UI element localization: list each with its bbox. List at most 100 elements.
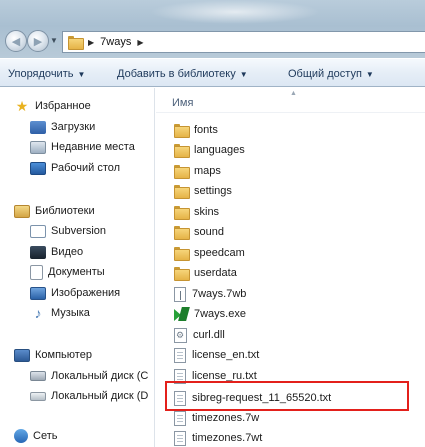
list-item[interactable]: 7ways.exe	[174, 306, 246, 322]
list-item[interactable]: timezones.7wt	[174, 430, 262, 446]
nav-downloads[interactable]: Загрузки	[30, 119, 95, 135]
breadcrumb-separator-icon[interactable]: ▶	[137, 38, 143, 47]
nav-disk-c[interactable]: Локальный диск (C	[30, 368, 148, 384]
command-bar: Упорядочить ▼ Добавить в библиотеку ▼ Общи…	[0, 58, 425, 87]
file-icon	[174, 410, 186, 426]
breadcrumb-separator-icon[interactable]: ▶	[88, 38, 94, 47]
column-header-name[interactable]: Имя	[172, 97, 193, 109]
dll-icon	[174, 327, 187, 343]
nav-label: Локальный диск (C	[51, 370, 149, 382]
nav-video[interactable]: Видео	[30, 244, 83, 260]
titlebar-glow	[150, 0, 320, 24]
list-item[interactable]: skins	[174, 204, 219, 220]
nav-desktop[interactable]: Рабочий стол	[30, 160, 120, 176]
nav-label: Локальный диск (D	[51, 390, 149, 402]
breadcrumb-item[interactable]: 7ways	[100, 36, 131, 48]
text-file-icon	[174, 347, 186, 363]
nav-label: Недавние места	[51, 141, 135, 153]
network-icon	[14, 429, 28, 443]
folder-icon	[174, 226, 190, 240]
nav-label: Сеть	[33, 430, 58, 442]
nav-images[interactable]: Изображения	[30, 285, 120, 301]
folder-icon	[174, 144, 190, 158]
add-to-library-button[interactable]: Добавить в библиотеку ▼	[117, 68, 248, 80]
nav-documents[interactable]: Документы	[30, 264, 105, 280]
navigation-pane: ★ Избранное Загрузки Недавние места Рабо…	[0, 88, 155, 447]
list-item[interactable]: userdata	[174, 265, 237, 281]
list-item[interactable]: timezones.7w	[174, 410, 259, 426]
list-item[interactable]: settings	[174, 183, 232, 199]
forward-button[interactable]: ▶	[27, 30, 49, 52]
nav-music[interactable]: ♪ Музыка	[30, 305, 90, 321]
file-name: languages	[194, 144, 245, 156]
nav-libraries[interactable]: Библиотеки	[14, 203, 95, 219]
nav-label: Документы	[48, 266, 105, 278]
hard-disk-icon	[30, 371, 46, 381]
nav-label: Изображения	[51, 287, 121, 299]
desktop-icon	[30, 161, 46, 175]
file-name: 7ways.exe	[194, 308, 246, 320]
folder-icon	[174, 247, 190, 261]
nav-recent-places[interactable]: Недавние места	[30, 139, 135, 155]
file-name: fonts	[194, 124, 218, 136]
organize-label: Упорядочить	[8, 68, 74, 80]
list-item[interactable]: maps	[174, 163, 221, 179]
folder-icon	[174, 267, 190, 281]
list-item[interactable]: curl.dll	[174, 327, 225, 343]
nav-label: Рабочий стол	[51, 162, 121, 174]
file-icon	[174, 430, 186, 446]
history-dropdown-icon[interactable]: ▼	[50, 36, 58, 45]
nav-disk-d[interactable]: Локальный диск (D	[30, 388, 148, 404]
hard-disk-icon	[30, 391, 46, 401]
star-icon: ★	[15, 98, 29, 114]
folder-icon	[174, 165, 190, 179]
address-bar[interactable]: ▶ 7ways ▶	[62, 31, 425, 53]
back-button[interactable]: ◀	[5, 30, 27, 52]
list-item[interactable]: fonts	[174, 122, 218, 138]
file-name: maps	[194, 165, 221, 177]
file-name: timezones.7wt	[192, 432, 263, 444]
nav-label: Загрузки	[51, 121, 96, 133]
file-name: userdata	[194, 267, 237, 279]
share-button[interactable]: Общий доступ ▼	[288, 68, 374, 80]
highlight-box	[165, 381, 409, 411]
folder-icon	[174, 124, 190, 138]
nav-computer[interactable]: Компьютер	[14, 347, 92, 363]
file-name: speedcam	[194, 247, 245, 259]
add-to-library-label: Добавить в библиотеку	[117, 68, 236, 80]
chevron-down-icon: ▼	[239, 70, 248, 79]
images-icon	[30, 286, 46, 300]
nav-favorites[interactable]: ★ Избранное	[14, 98, 91, 114]
music-icon: ♪	[34, 305, 42, 321]
folder-icon	[174, 185, 190, 199]
video-icon	[30, 245, 46, 259]
chevron-down-icon: ▼	[77, 70, 86, 79]
list-item[interactable]: sound	[174, 224, 224, 240]
file-name: curl.dll	[193, 329, 225, 341]
nav-label: Библиотеки	[35, 205, 95, 217]
nav-label: Избранное	[35, 100, 91, 112]
file-name: settings	[194, 185, 232, 197]
chevron-down-icon: ▼	[365, 70, 374, 79]
app-icon	[174, 307, 188, 321]
file-name: sound	[194, 226, 224, 238]
organize-button[interactable]: Упорядочить ▼	[8, 68, 85, 80]
file-icon	[174, 286, 186, 302]
libraries-icon	[14, 204, 30, 218]
list-item[interactable]: license_en.txt	[174, 347, 259, 363]
folder-icon	[68, 36, 84, 50]
folder-icon	[174, 206, 190, 220]
header-divider	[156, 112, 425, 113]
file-name: timezones.7w	[192, 412, 260, 424]
list-item[interactable]: languages	[174, 142, 245, 158]
downloads-icon	[30, 120, 46, 134]
nav-subversion[interactable]: Subversion	[30, 223, 106, 239]
share-label: Общий доступ	[288, 68, 362, 80]
file-name: license_en.txt	[192, 349, 260, 361]
list-item[interactable]: 7ways.7wb	[174, 286, 246, 302]
nav-label: Subversion	[51, 225, 107, 237]
nav-network[interactable]: Сеть	[14, 428, 57, 444]
window-titlebar: ◀ ▶ ▼ ▶ 7ways ▶	[0, 0, 425, 58]
nav-label: Компьютер	[35, 349, 92, 361]
list-item[interactable]: speedcam	[174, 245, 245, 261]
